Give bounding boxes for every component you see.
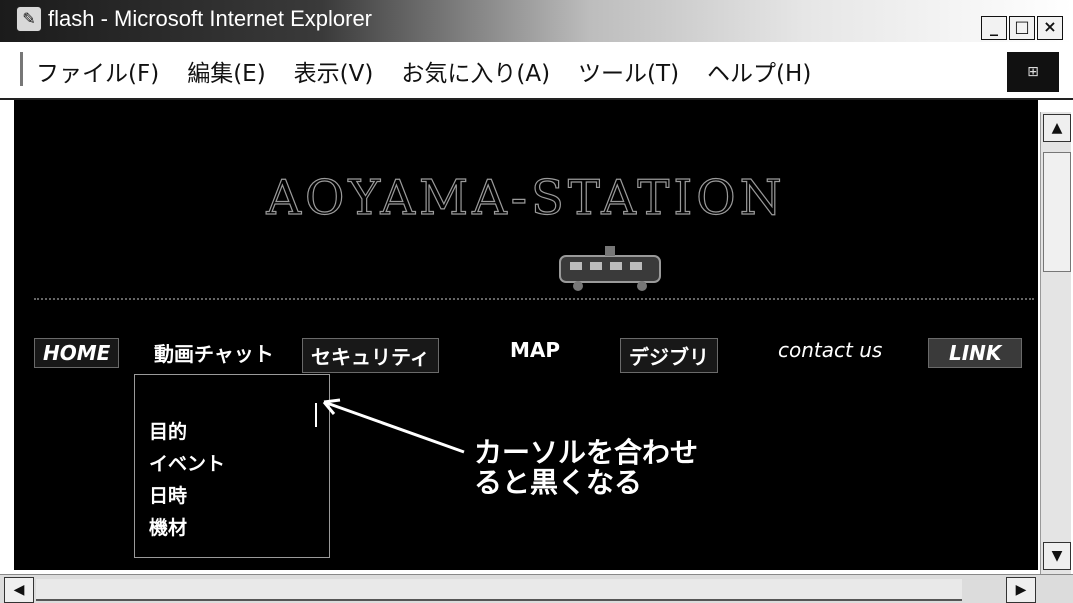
menu-tools[interactable]: ツール(T) xyxy=(578,54,679,88)
flash-content: AOYAMA-STATION HOME 動画チャット セキュリティ MAP デジ… xyxy=(14,100,1038,570)
annotation-line-1: カーソルを合わせ xyxy=(474,436,699,469)
menu-edit[interactable]: 編集(E) xyxy=(187,54,265,88)
window-title: flash - Microsoft Internet Explorer xyxy=(48,6,373,31)
menu-view[interactable]: 表示(V) xyxy=(294,54,374,88)
minimize-button[interactable]: _ xyxy=(981,16,1007,40)
menu-file[interactable]: ファイル(F) xyxy=(36,54,159,88)
ie-app-icon[interactable]: ✎ xyxy=(16,6,42,32)
scroll-right-button[interactable]: ▶ xyxy=(1006,577,1036,603)
horizontal-scrollbar[interactable]: ◀ ▶ xyxy=(0,574,1073,603)
menu-help[interactable]: ヘルプ(H) xyxy=(707,54,811,88)
menu-items: ファイル(F) 編集(E) 表示(V) お気に入り(A) ツール(T) ヘルプ(… xyxy=(36,54,811,88)
vertical-scrollbar[interactable]: ▲ ▼ xyxy=(1040,112,1071,574)
maximize-button[interactable]: □ xyxy=(1009,16,1035,40)
horizontal-scroll-thumb[interactable] xyxy=(36,579,962,601)
windows-logo-icon: ⊞ xyxy=(1007,52,1059,92)
vertical-scroll-thumb[interactable] xyxy=(1043,152,1071,272)
annotation-line-2: ると黒くなる xyxy=(474,466,643,499)
menu-favorites[interactable]: お気に入り(A) xyxy=(401,54,550,88)
scroll-left-button[interactable]: ◀ xyxy=(4,577,34,603)
scroll-down-button[interactable]: ▼ xyxy=(1043,542,1071,570)
title-bar: ✎ flash - Microsoft Internet Explorer _ … xyxy=(0,0,1073,42)
scroll-up-button[interactable]: ▲ xyxy=(1043,114,1071,142)
menu-bar: ファイル(F) 編集(E) 表示(V) お気に入り(A) ツール(T) ヘルプ(… xyxy=(0,42,1073,100)
window-controls: _ □ × xyxy=(981,16,1063,40)
menu-grip[interactable] xyxy=(20,52,23,86)
annotation-arrow-icon xyxy=(322,398,465,454)
annotation-text: カーソルを合わせ ると黒くなる xyxy=(474,438,698,498)
close-button[interactable]: × xyxy=(1037,16,1063,40)
